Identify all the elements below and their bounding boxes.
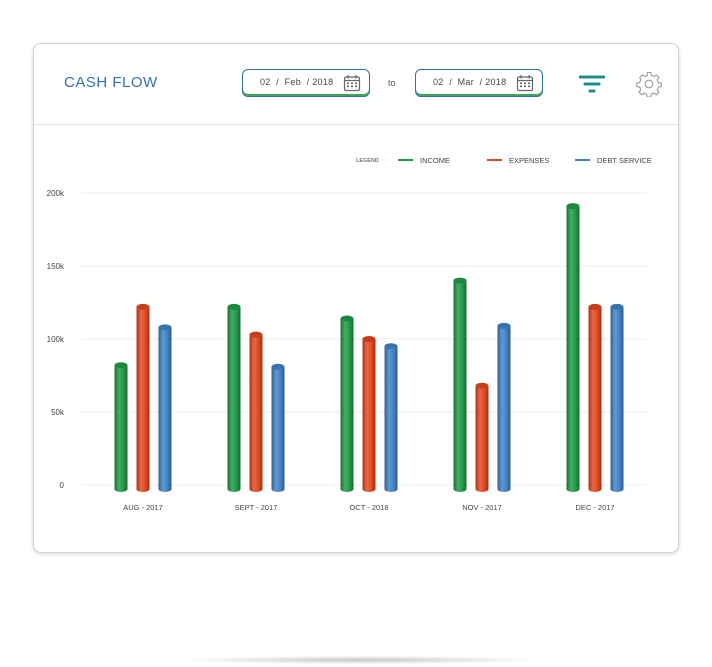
gear-icon[interactable]	[636, 71, 662, 97]
bar-income	[114, 362, 128, 492]
y-tick-label: 150k	[47, 262, 65, 271]
to-date-value: 02 / Mar / 2018	[433, 77, 507, 87]
bar-expenses	[588, 303, 602, 492]
bar-debt-service	[497, 322, 511, 492]
x-tick-label: NOV - 2017	[462, 503, 502, 512]
cash-flow-chart: 0 50k 100k 150k 200k LEGEND INCOME EXPENSES DEB…	[47, 156, 652, 512]
legend-label-income: INCOME	[420, 156, 450, 165]
y-tick-label: 100k	[47, 335, 65, 344]
legend-label-debt-service: DEBT SERVICE	[597, 156, 652, 165]
bar-debt-service	[271, 363, 285, 492]
x-axis: AUG - 2017 SEPT - 2017 OCT - 2018 NOV - 201…	[123, 503, 614, 512]
cash-flow-card: CASH FLOW 02 / Feb / 2018 to 02 / Mar / …	[33, 43, 679, 553]
bar-debt-service	[158, 324, 172, 492]
y-tick-label: 0	[60, 481, 65, 490]
y-tick-label: 200k	[47, 189, 65, 198]
card-header: CASH FLOW 02 / Feb / 2018 to 02 / Mar / …	[34, 44, 678, 125]
bar-income	[453, 277, 467, 492]
x-tick-label: DEC - 2017	[575, 503, 614, 512]
bar-expenses	[475, 382, 489, 492]
x-tick-label: AUG - 2017	[123, 503, 163, 512]
page-title: CASH FLOW	[64, 74, 158, 91]
date-range-separator: to	[388, 78, 396, 88]
y-axis: 0 50k 100k 150k 200k	[47, 189, 65, 490]
calendar-icon[interactable]	[516, 74, 534, 92]
bars	[114, 203, 624, 492]
bar-expenses	[249, 331, 263, 492]
bar-expenses	[362, 336, 376, 492]
page: CASH FLOW 02 / Feb / 2018 to 02 / Mar / …	[0, 0, 712, 667]
legend-label-expenses: EXPENSES	[509, 156, 549, 165]
bar-debt-service	[610, 303, 624, 492]
bar-income	[340, 315, 354, 492]
legend: LEGEND INCOME EXPENSES DEBT SERVICE	[356, 156, 652, 165]
x-tick-label: SEPT - 2017	[235, 503, 278, 512]
bar-income	[566, 203, 580, 492]
x-tick-label: OCT - 2018	[349, 503, 388, 512]
from-date-value: 02 / Feb / 2018	[260, 77, 334, 87]
y-tick-label: 50k	[51, 408, 65, 417]
to-date-picker[interactable]: 02 / Mar / 2018	[415, 69, 543, 97]
calendar-icon[interactable]	[343, 74, 361, 92]
legend-title: LEGEND	[356, 158, 379, 164]
from-date-picker[interactable]: 02 / Feb / 2018	[242, 69, 370, 97]
bar-debt-service	[384, 343, 398, 492]
bar-expenses	[136, 303, 150, 492]
filter-icon[interactable]	[579, 74, 605, 94]
card-floor-shadow	[190, 656, 530, 664]
bar-income	[227, 303, 241, 492]
